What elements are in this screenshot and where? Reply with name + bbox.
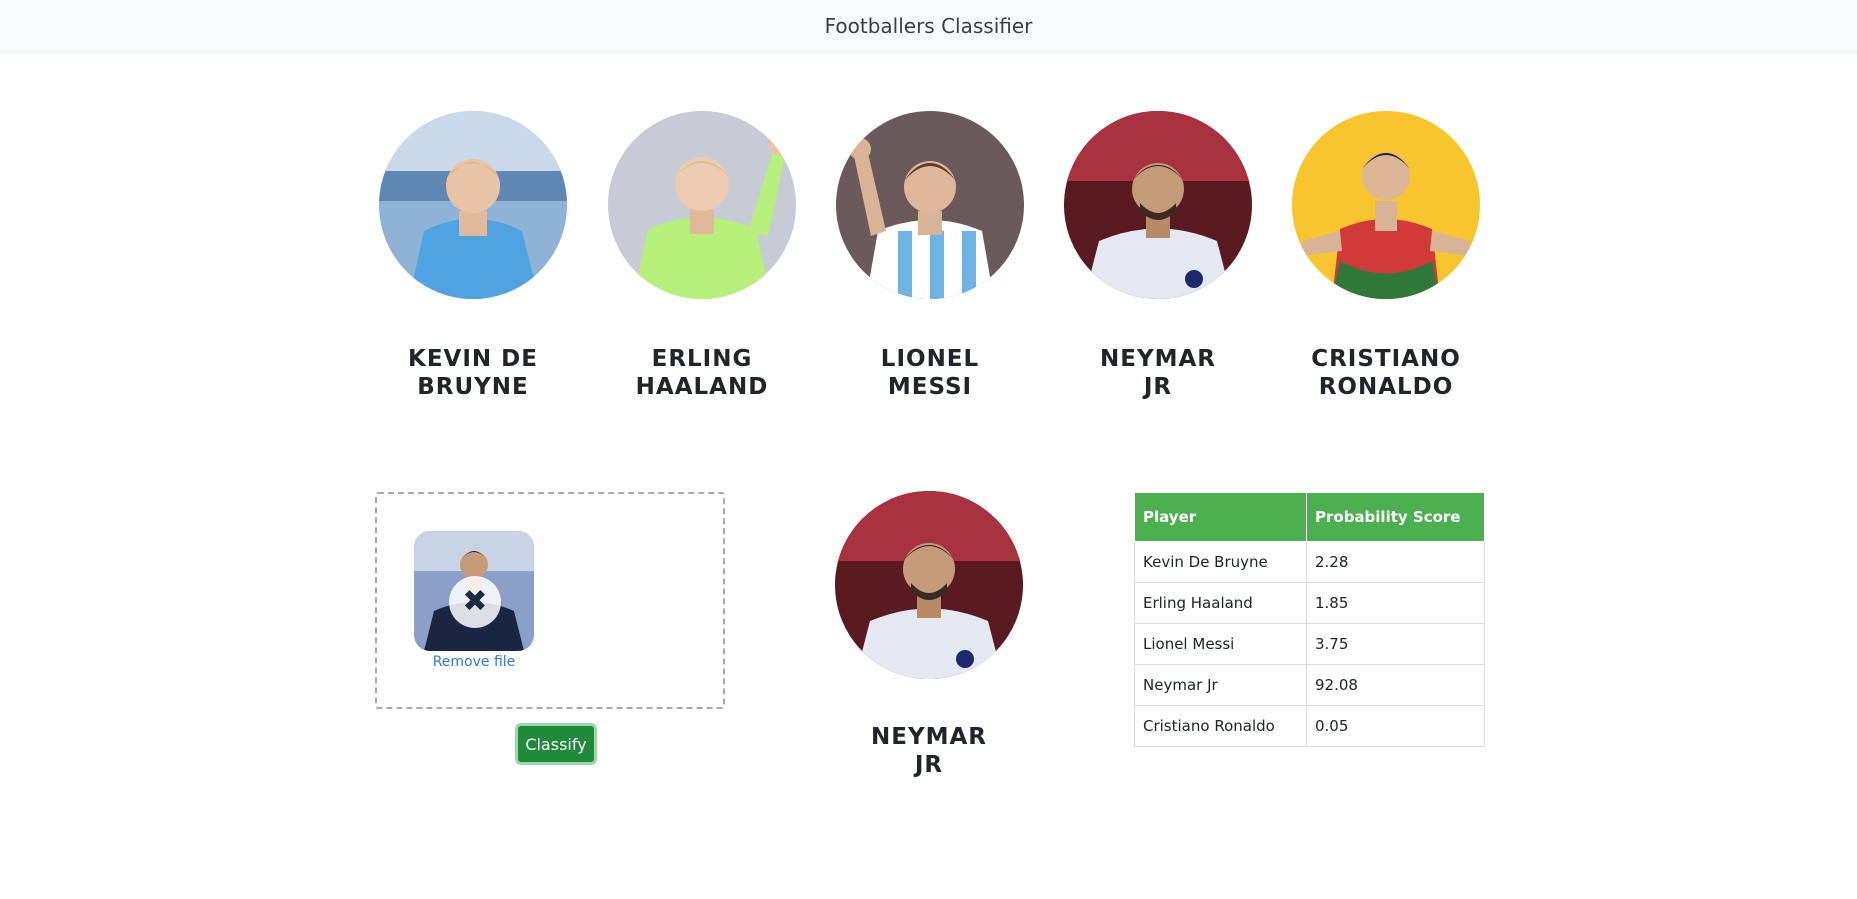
uploaded-image-preview: ✖ (414, 531, 534, 651)
table-row: Cristiano Ronaldo 0.05 (1134, 705, 1485, 747)
lionel-messi-photo (836, 111, 1024, 299)
table-row: Erling Haaland 1.85 (1134, 582, 1485, 624)
player-name: CRISTIANO RONALDO (1311, 346, 1461, 400)
player-cell: Neymar Jr (1134, 664, 1307, 706)
app-title: Footballers Classifier (824, 14, 1033, 38)
remove-file-link[interactable]: Remove file (414, 654, 534, 670)
player-card-kevin-de-bruyne: KEVIN DE BRUYNE (378, 111, 568, 401)
cristiano-ronaldo-photo (1292, 111, 1480, 299)
score-cell: 1.85 (1306, 582, 1485, 624)
player-cell: Erling Haaland (1134, 582, 1307, 624)
table-row: Neymar Jr 92.08 (1134, 664, 1485, 706)
score-cell: 3.75 (1306, 623, 1485, 665)
player-name: KEVIN DE BRUYNE (408, 346, 538, 400)
score-cell: 0.05 (1306, 705, 1485, 747)
player-card-neymar-jr: NEYMAR JR (1063, 111, 1253, 401)
file-dropzone[interactable]: ✖ Remove file (375, 492, 725, 709)
player-name: ERLING HAALAND (635, 346, 769, 400)
player-cell: Lionel Messi (1134, 623, 1307, 665)
player-cell: Kevin De Bruyne (1134, 541, 1307, 583)
classify-button[interactable]: Classify (515, 723, 597, 765)
table-row: Lionel Messi 3.75 (1134, 623, 1485, 665)
close-icon[interactable]: ✖ (449, 576, 501, 628)
result-player-photo (835, 491, 1023, 679)
classification-result: NEYMAR JR (834, 491, 1024, 779)
table-header-row: Player Probability Score (1134, 492, 1485, 542)
column-header-probability: Probability Score (1306, 492, 1485, 542)
score-cell: 92.08 (1306, 664, 1485, 706)
result-player-name: NEYMAR JR (870, 724, 987, 778)
column-header-player: Player (1134, 492, 1307, 542)
player-card-cristiano-ronaldo: CRISTIANO RONALDO (1291, 111, 1481, 401)
kevin-de-bruyne-photo (379, 111, 567, 299)
neymar-jr-photo (1064, 111, 1252, 299)
player-card-lionel-messi: LIONEL MESSI (835, 111, 1025, 401)
player-cell: Cristiano Ronaldo (1134, 705, 1307, 747)
navbar: Footballers Classifier (0, 0, 1857, 53)
player-card-erling-haaland: ERLING HAALAND (607, 111, 797, 401)
player-name: NEYMAR JR (1099, 346, 1216, 400)
player-name: LIONEL MESSI (880, 346, 980, 400)
score-cell: 2.28 (1306, 541, 1485, 583)
table-row: Kevin De Bruyne 2.28 (1134, 541, 1485, 583)
erling-haaland-photo (608, 111, 796, 299)
probability-table: Player Probability Score Kevin De Bruyne… (1134, 492, 1485, 747)
